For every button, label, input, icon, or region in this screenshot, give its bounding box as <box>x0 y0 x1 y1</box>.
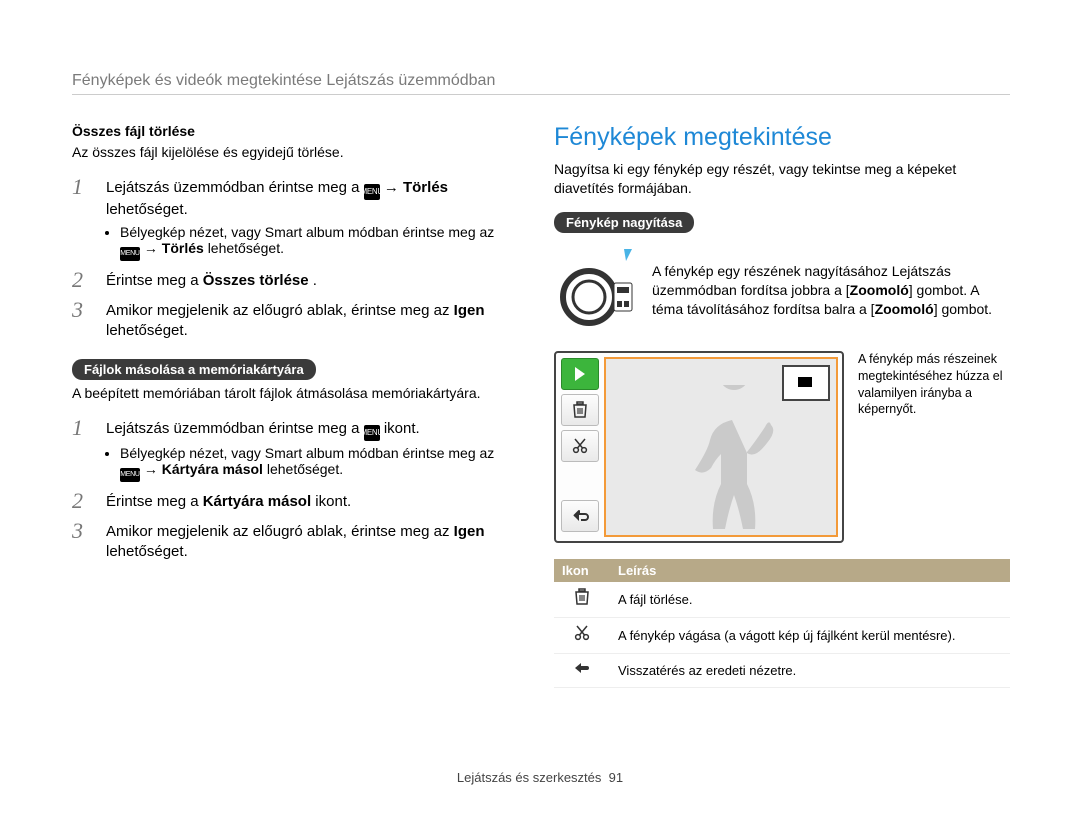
zoom-desc: A fénykép egy részének nagyításához Lejá… <box>652 262 1010 319</box>
target-bold: Igen <box>454 523 485 540</box>
copy-files-desc: A beépített memóriában tárolt fájlok átm… <box>72 384 516 403</box>
table-row: A fénykép vágása (a vágott kép új fájlké… <box>554 617 1010 653</box>
return-icon[interactable] <box>561 500 599 532</box>
secA-step1: 1 Lejátszás üzemmódban érintse meg a MEN… <box>72 176 516 220</box>
minimap <box>782 365 830 401</box>
th-desc: Leírás <box>610 559 1010 582</box>
step-text: lehetőséget. <box>106 543 188 560</box>
zoom-pill: Fénykép nagyítása <box>554 212 694 233</box>
step-text: ikont. <box>315 493 351 510</box>
trash-icon <box>554 582 610 618</box>
menu-icon: MENU <box>364 184 380 200</box>
step-number: 2 <box>72 490 96 512</box>
footer-page: 91 <box>609 770 623 785</box>
table-row: Visszatérés az eredeti nézetre. <box>554 653 1010 687</box>
camera-display <box>554 351 844 543</box>
target-bold: Igen <box>454 302 485 319</box>
sub-bold: Kártyára másol <box>162 461 263 477</box>
secA-step1-sub: Bélyegkép nézet, vagy Smart album módban… <box>106 224 516 261</box>
row-desc: A fénykép vágása (a vágott kép új fájlké… <box>610 617 1010 653</box>
sub-bold: Törlés <box>162 240 204 256</box>
divider <box>72 94 1010 95</box>
target-bold: Törlés <box>403 179 448 196</box>
sub-text: Bélyegkép nézet, vagy Smart album módban… <box>120 445 494 461</box>
sub-text: lehetőséget. <box>208 240 284 256</box>
target-bold: Összes törlése <box>203 272 309 289</box>
table-row: A fájl törlése. <box>554 582 1010 618</box>
target-bold: Kártyára másol <box>203 493 311 510</box>
row-desc: A fájl törlése. <box>610 582 1010 618</box>
zoom-dial-illustration <box>554 247 636 335</box>
step-text: Lejátszás üzemmódban érintse meg a <box>106 420 364 437</box>
play-icon[interactable] <box>561 358 599 390</box>
row-desc: Visszatérés az eredeti nézetre. <box>610 653 1010 687</box>
step-number: 3 <box>72 299 96 342</box>
secB-step1: 1 Lejátszás üzemmódban érintse meg a MEN… <box>72 417 516 441</box>
trash-icon[interactable] <box>561 394 599 426</box>
menu-icon: MENU <box>120 468 140 482</box>
secB-step3: 3 Amikor megjelenik az előugró ablak, ér… <box>72 520 516 563</box>
step-text: Érintse meg a <box>106 493 203 510</box>
step-text: Amikor megjelenik az előugró ablak, érin… <box>106 523 454 540</box>
breadcrumb: Fényképek és videók megtekintése Lejátsz… <box>72 72 1010 90</box>
sub-text: Bélyegkép nézet, vagy Smart album módban… <box>120 224 494 240</box>
step-text: Amikor megjelenik az előugró ablak, érin… <box>106 302 454 319</box>
secB-step2: 2 Érintse meg a Kártyára másol ikont. <box>72 490 516 512</box>
step-text: ikont. <box>384 420 420 437</box>
menu-icon: MENU <box>120 247 140 261</box>
step-number: 3 <box>72 520 96 563</box>
footer-section: Lejátszás és szerkesztés <box>457 770 602 785</box>
drag-callout: A fénykép más részeinek megtekintéséhez … <box>858 351 1010 419</box>
scissors-icon[interactable] <box>561 430 599 462</box>
page-footer: Lejátszás és szerkesztés 91 <box>0 770 1080 785</box>
secB-step1-sub: Bélyegkép nézet, vagy Smart album módban… <box>106 445 516 482</box>
copy-files-pill: Fájlok másolása a memóriakártyára <box>72 359 316 380</box>
delete-all-heading: Összes fájl törlése <box>72 123 516 139</box>
step-text: lehetőséget. <box>106 201 188 218</box>
step-number: 2 <box>72 269 96 291</box>
step-text: Érintse meg a <box>106 272 203 289</box>
delete-all-desc: Az összes fájl kijelölése és egyidejű tö… <box>72 143 516 162</box>
arrow: → <box>144 461 162 477</box>
secA-step3: 3 Amikor megjelenik az előugró ablak, ér… <box>72 299 516 342</box>
sub-text: lehetőséget. <box>267 461 343 477</box>
left-column: Összes fájl törlése Az összes fájl kijel… <box>72 123 516 688</box>
child-silhouette <box>684 385 784 535</box>
right-column: Fényképek megtekintése Nagyítsa ki egy f… <box>554 123 1010 688</box>
section-title: Fényképek megtekintése <box>554 123 1010 152</box>
step-number: 1 <box>72 176 96 220</box>
arrow: → <box>144 240 162 256</box>
scissors-icon <box>554 617 610 653</box>
photo-viewport[interactable] <box>604 357 838 537</box>
section-intro: Nagyítsa ki egy fénykép egy részét, vagy… <box>554 160 1010 198</box>
secA-step2: 2 Érintse meg a Összes törlése . <box>72 269 516 291</box>
icon-description-table: Ikon Leírás A fájl törlése. <box>554 559 1010 688</box>
step-number: 1 <box>72 417 96 441</box>
return-icon <box>554 653 610 687</box>
th-icon: Ikon <box>554 559 610 582</box>
step-text: . <box>313 272 317 289</box>
arrow: → <box>384 179 403 196</box>
menu-icon: MENU <box>364 425 380 441</box>
step-text: lehetőséget. <box>106 322 188 339</box>
step-text: Lejátszás üzemmódban érintse meg a <box>106 179 364 196</box>
